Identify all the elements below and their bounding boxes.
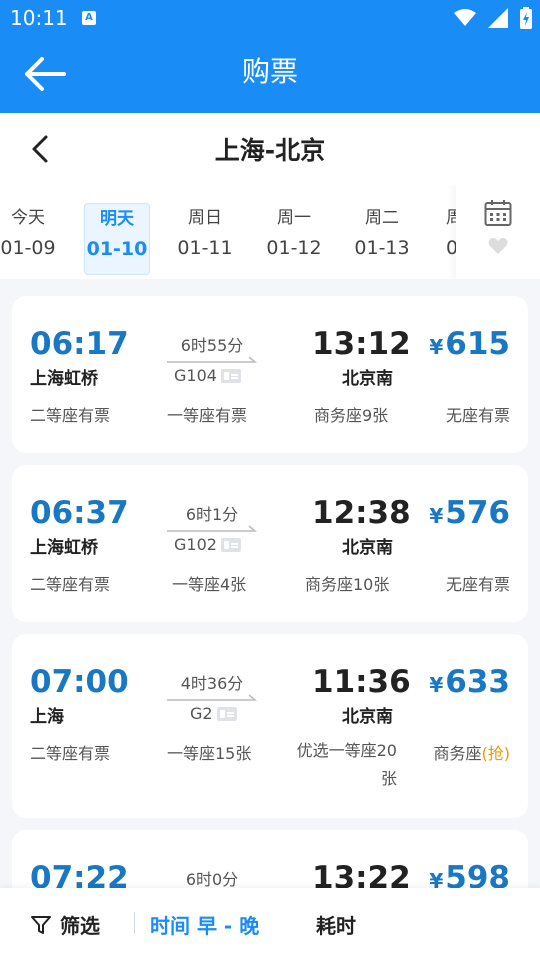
date-item[interactable]: 周 0: [420, 203, 456, 275]
arrival-station: 北京南: [342, 369, 393, 389]
app-bar: 10:11 A 购票: [0, 0, 540, 113]
seat-info: 一等座4张: [172, 575, 247, 594]
arrow-line-icon: [167, 525, 257, 532]
price-value: 615: [445, 326, 510, 362]
sort-by-duration-button[interactable]: 耗时: [316, 910, 356, 939]
route-title: 上海-北京: [214, 136, 326, 165]
seat-info: 商务座(抢): [433, 740, 510, 764]
price-value: 633: [445, 664, 510, 700]
arrival-station: 北京南: [342, 538, 393, 558]
duration: 4时36分: [180, 674, 244, 693]
date-date: 01-11: [177, 237, 233, 259]
date-item[interactable]: 今天 01-09: [0, 203, 61, 275]
calendar-button[interactable]: [456, 185, 540, 279]
date-day: 周一: [277, 208, 311, 228]
status-time: 10:11: [10, 6, 68, 30]
currency-symbol: ¥: [429, 335, 444, 359]
notification-icon: A: [82, 11, 96, 25]
id-card-icon: [216, 706, 237, 721]
heart-icon: [488, 237, 508, 254]
date-date: 01-12: [266, 237, 322, 259]
date-date: 01-10: [86, 238, 148, 260]
seat-info: 商务座9张: [314, 406, 389, 425]
route-bar: 上海-北京: [0, 113, 540, 185]
arrival-time: 11:36: [312, 664, 411, 700]
train-card[interactable]: 06:17 上海虹桥 6时55分 G104 13:12 北京南 ¥615 二等座…: [12, 296, 528, 453]
seat-info: 二等座有票: [30, 406, 111, 425]
date-date: 0: [446, 237, 456, 259]
seat-info: 无座有票: [445, 575, 510, 594]
seat-label: 商务座: [433, 744, 482, 763]
sort-by-time-button[interactable]: 时间 早 - 晚: [150, 910, 259, 939]
wifi-icon: [454, 9, 476, 26]
date-day: 周: [446, 208, 456, 228]
id-card-icon: [220, 537, 241, 552]
arrow-line-icon: [167, 356, 257, 363]
grab-tag[interactable]: (抢): [482, 744, 511, 763]
bottom-bar: 筛选 时间 早 - 晚 耗时: [0, 888, 540, 960]
filter-label: 筛选: [60, 914, 100, 938]
train-number-text: G2: [190, 704, 213, 723]
departure-time: 06:37: [30, 495, 129, 531]
date-item[interactable]: 周二 01-13: [349, 203, 415, 275]
arrival-time: 13:12: [312, 326, 411, 362]
price-value: 576: [445, 495, 510, 531]
departure-station: 上海: [30, 707, 64, 727]
duration: 6时55分: [180, 336, 244, 355]
train-number: G104: [174, 366, 241, 385]
seat-info: 二等座有票: [30, 744, 111, 763]
status-icons: [454, 7, 532, 29]
seat-info: 无座有票: [445, 406, 510, 425]
date-day: 今天: [11, 208, 45, 228]
train-number: G102: [174, 535, 241, 554]
departure-time: 06:17: [30, 326, 129, 362]
date-item[interactable]: 周日 01-11: [172, 203, 238, 275]
battery-charging-icon: [520, 7, 532, 29]
departure-station: 上海虹桥: [30, 538, 98, 558]
signal-icon: [488, 8, 508, 28]
price: ¥576: [429, 495, 510, 531]
date-date: 01-09: [0, 237, 56, 259]
seat-info: 二等座有票: [30, 575, 111, 594]
date-date: 01-13: [354, 237, 410, 259]
status-bar: 10:11 A: [0, 0, 540, 36]
train-number: G2: [190, 704, 237, 723]
page-title: 购票: [241, 55, 298, 88]
date-selector: 今天 01-09 明天 01-10 周日 01-11 周一 01-12 周二 0…: [0, 185, 540, 279]
calendar-icon[interactable]: [484, 199, 512, 227]
train-number-text: G102: [174, 535, 217, 554]
id-card-icon: [220, 368, 241, 383]
filter-button[interactable]: 筛选: [30, 910, 100, 939]
seat-info: 一等座有票: [167, 406, 248, 425]
price: ¥633: [429, 664, 510, 700]
date-day: 周日: [188, 208, 222, 228]
filter-icon: [31, 915, 51, 934]
date-day: 周二: [365, 208, 399, 228]
date-day: 明天: [100, 209, 134, 229]
seat-info: 一等座15张: [167, 744, 252, 763]
divider: [134, 912, 135, 934]
date-scroll[interactable]: 今天 01-09 明天 01-10 周日 01-11 周一 01-12 周二 0…: [0, 185, 456, 279]
departure-time: 07:00: [30, 664, 129, 700]
arrow-line-icon: [167, 694, 257, 701]
departure-station: 上海虹桥: [30, 369, 98, 389]
train-card[interactable]: 07:00 上海 4时36分 G2 11:36 北京南 ¥633 二等座有票 一…: [12, 634, 528, 818]
seat-info: 优选一等座20张: [296, 741, 397, 788]
price: ¥615: [429, 326, 510, 362]
arrival-station: 北京南: [342, 707, 393, 727]
date-item-selected[interactable]: 明天 01-10: [84, 203, 150, 275]
train-card[interactable]: 06:37 上海虹桥 6时1分 G102 12:38 北京南 ¥576 二等座有…: [12, 465, 528, 622]
arrival-time: 12:38: [312, 495, 411, 531]
date-item[interactable]: 周一 01-12: [261, 203, 327, 275]
currency-symbol: ¥: [429, 673, 444, 697]
duration: 6时0分: [185, 870, 239, 889]
train-number-text: G104: [174, 366, 217, 385]
currency-symbol: ¥: [429, 504, 444, 528]
duration: 6时1分: [185, 505, 239, 524]
seat-info: 商务座10张: [305, 575, 390, 594]
